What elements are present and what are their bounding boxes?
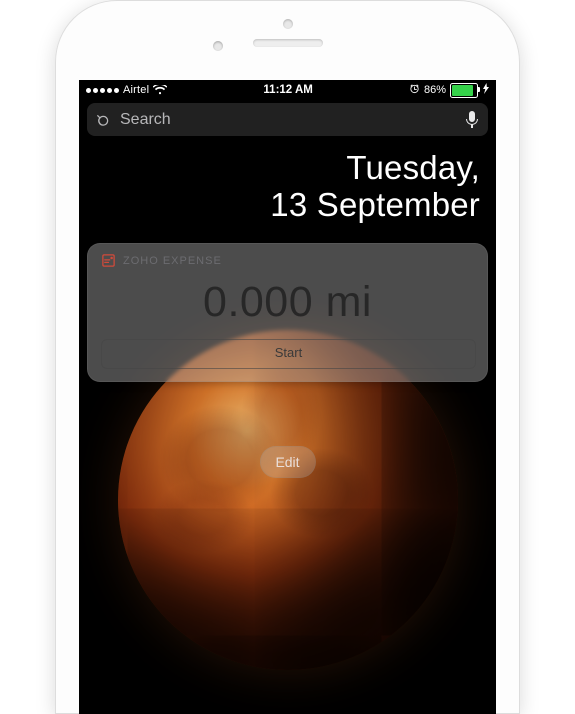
lock-screen-date: Tuesday, 13 September: [79, 150, 480, 224]
front-camera: [213, 41, 223, 51]
zoho-expense-widget: ZOHO EXPENSE 0.000 mi Start: [87, 243, 488, 382]
wifi-icon: [153, 85, 167, 95]
microphone-icon[interactable]: [466, 111, 478, 129]
alarm-icon: [409, 83, 420, 97]
phone-screen: Airtel 11:12 AM 86%: [79, 80, 496, 714]
spotlight-search[interactable]: Search: [87, 103, 488, 136]
start-button[interactable]: Start: [101, 339, 476, 369]
zoho-expense-app-icon: [101, 253, 116, 268]
odometer-readout: 0.000 mi: [101, 278, 474, 327]
phone-frame: Airtel 11:12 AM 86%: [55, 0, 520, 714]
widget-header: ZOHO EXPENSE: [101, 253, 474, 268]
battery-fill: [452, 85, 473, 96]
proximity-sensor: [283, 19, 293, 29]
widget-app-name: ZOHO EXPENSE: [123, 255, 222, 267]
battery-icon: [450, 83, 478, 98]
status-time: 11:12 AM: [263, 84, 312, 96]
earpiece-speaker: [253, 39, 323, 47]
lock-screen-day: Tuesday,: [79, 150, 480, 187]
status-bar: Airtel 11:12 AM 86%: [79, 80, 496, 100]
lock-screen-date-line: 13 September: [79, 187, 480, 224]
charging-bolt-icon: [483, 83, 489, 97]
signal-strength-icon: [86, 88, 119, 93]
search-icon: [97, 112, 112, 127]
search-placeholder: Search: [120, 111, 458, 129]
carrier-label: Airtel: [123, 84, 149, 96]
battery-percent-label: 86%: [424, 84, 446, 96]
edit-widgets-button[interactable]: Edit: [259, 446, 315, 478]
